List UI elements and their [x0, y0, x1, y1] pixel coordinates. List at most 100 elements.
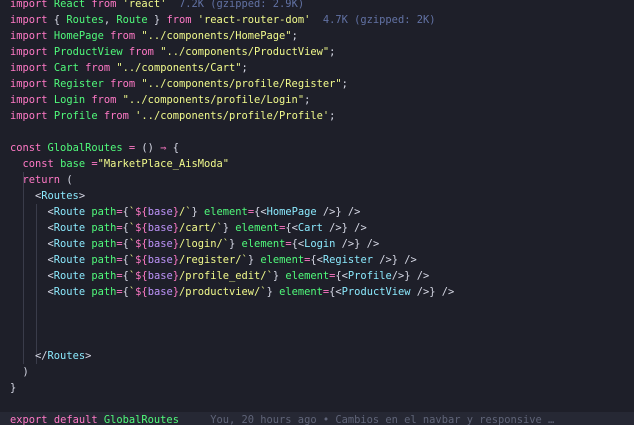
code-line-text: ) [10, 364, 29, 380]
code-token: < [10, 238, 54, 250]
code-token: } [147, 14, 167, 26]
code-token: ; [341, 78, 348, 90]
code-token: < [10, 190, 42, 202]
git-blame-annotation: You, 20 hours ago • Cambios en el navbar… [178, 414, 555, 425]
code-line-text: const GlobalRoutes = () ⇒ { [10, 140, 179, 156]
code-line[interactable]: <Route path={`${base}/profile_edit/`} el… [0, 268, 634, 284]
code-token: from [91, 0, 117, 10]
code-line[interactable] [0, 316, 634, 332]
code-token: Cart [297, 222, 323, 234]
code-token: Routes [66, 14, 104, 26]
code-token: base [147, 286, 173, 298]
code-token: Register [322, 254, 373, 266]
code-line[interactable]: import Profile from '../components/profi… [0, 108, 634, 124]
code-line[interactable] [0, 396, 634, 412]
code-line[interactable]: const base ="MarketPlace_AisModa" [0, 156, 634, 172]
code-token: Route [53, 254, 86, 266]
code-token: ; [291, 30, 298, 42]
code-token: Login [304, 238, 336, 250]
code-token: ${ [135, 254, 148, 266]
code-token: path [91, 270, 117, 282]
code-token: from [110, 30, 136, 42]
code-token: base [60, 158, 86, 170]
code-token: HomePage [266, 206, 317, 218]
code-token: element [285, 270, 330, 282]
code-line[interactable]: <Route path={`${base}/`} element={<HomeP… [0, 204, 634, 220]
code-line[interactable]: import Login from "../components/profile… [0, 92, 634, 108]
code-token: path [91, 222, 117, 234]
code-line[interactable]: export default GlobalRoutes You, 20 hour… [0, 412, 634, 425]
code-editor[interactable]: import React from 'react' 7.2K (gzipped:… [0, 0, 634, 425]
code-token: from [103, 110, 129, 122]
code-line[interactable]: ) [0, 364, 634, 380]
code-line-text: <Route path={`${base}/profile_edit/`} el… [10, 268, 430, 284]
code-token: < [10, 222, 54, 234]
code-line-text: export default GlobalRoutes You, 20 hour… [10, 412, 554, 425]
code-line[interactable]: <Route path={`${base}/register/`} elemen… [0, 252, 634, 268]
code-token: Route [53, 286, 86, 298]
code-line[interactable] [0, 300, 634, 316]
code-token: < [10, 206, 54, 218]
code-token: Route [116, 14, 148, 26]
code-line[interactable]: return ( [0, 172, 634, 188]
code-token: import [10, 94, 48, 106]
code-line[interactable]: const GlobalRoutes = () ⇒ { [0, 140, 634, 156]
code-token: } [10, 382, 17, 394]
code-token: React [53, 0, 86, 10]
code-line[interactable]: </Routes> [0, 348, 634, 364]
code-token: import [10, 78, 48, 90]
code-token: base [147, 222, 173, 234]
code-line[interactable]: import { Routes, Route } from 'react-rou… [0, 12, 634, 28]
code-line[interactable]: <Route path={`${base}/cart/`} element={<… [0, 220, 634, 236]
code-token: path [91, 254, 117, 266]
code-token: HomePage [53, 30, 104, 42]
code-token: '../components/profile/Profile' [135, 110, 330, 122]
code-line-text: <Route path={`${base}/cart/`} element={<… [10, 220, 367, 236]
code-token: element [279, 286, 323, 298]
code-line-text: <Route path={`${base}/register/`} elemen… [10, 252, 417, 268]
code-token: {< [285, 222, 298, 234]
code-line[interactable] [0, 124, 634, 140]
code-token: ProductView [341, 286, 411, 298]
code-token: < [10, 286, 54, 298]
code-token: Route [53, 222, 86, 234]
code-line[interactable]: } [0, 380, 634, 396]
code-token: Profile [53, 110, 98, 122]
code-token: GlobalRoutes [47, 142, 123, 154]
code-line[interactable]: <Route path={`${base}/login/`} element={… [0, 236, 634, 252]
code-line[interactable]: import Cart from "../components/Cart"; [0, 60, 634, 76]
code-token: {< [291, 238, 305, 250]
code-token: base [147, 270, 173, 282]
code-token: ${ [135, 286, 148, 298]
code-token: ${ [135, 222, 148, 234]
code-token: from [91, 94, 117, 106]
code-token: /login/` [178, 238, 230, 250]
code-token: } [191, 206, 205, 218]
code-token: />} /> [372, 254, 417, 266]
code-token: return [22, 174, 61, 186]
code-token: element [204, 206, 248, 218]
code-token: import [10, 0, 48, 10]
code-token: ; [304, 94, 311, 106]
code-token: import [10, 46, 48, 58]
code-token: element [235, 222, 280, 234]
code-line[interactable] [0, 332, 634, 348]
code-token: ( [60, 174, 73, 186]
code-line[interactable]: <Route path={`${base}/productview/`} ele… [0, 284, 634, 300]
code-token: } [272, 270, 286, 282]
code-token: default [53, 414, 98, 425]
code-line[interactable]: <Routes> [0, 188, 634, 204]
code-token: "../components/ProductView" [160, 46, 330, 58]
code-line[interactable]: import Register from "../components/prof… [0, 76, 634, 92]
code-token: path [91, 286, 117, 298]
code-line[interactable]: import HomePage from "../components/Home… [0, 28, 634, 44]
code-token: />} /> [410, 286, 455, 298]
code-token: } [247, 254, 261, 266]
code-line[interactable]: import ProductView from "../components/P… [0, 44, 634, 60]
code-token: />} /> [335, 238, 380, 250]
code-line[interactable]: import React from 'react' 7.2K (gzipped:… [0, 0, 634, 12]
code-token: {< [329, 286, 342, 298]
code-token: from [110, 78, 136, 90]
